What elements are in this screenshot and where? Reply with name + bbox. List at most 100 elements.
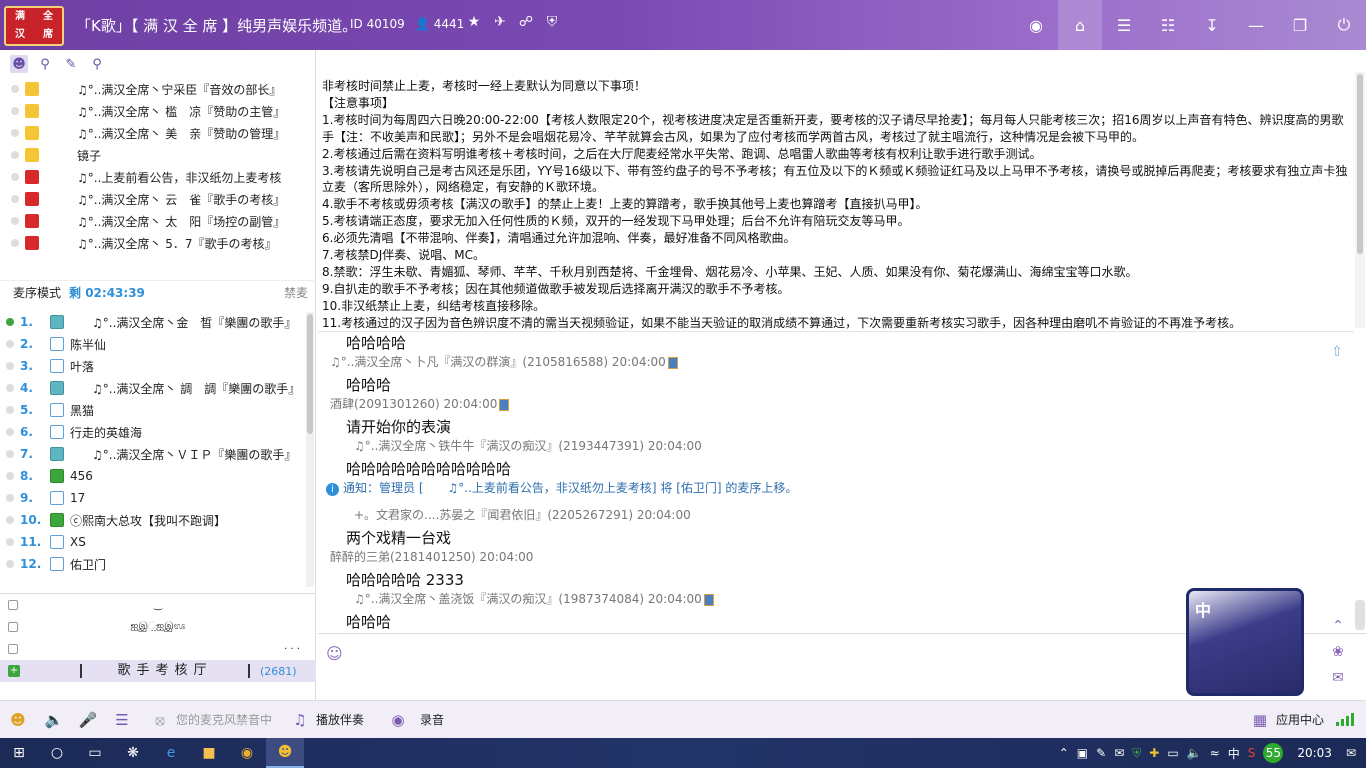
admin-row[interactable]: ♫°..满汉全席丶宁采臣『音效の部长』 [0, 78, 315, 100]
shield-icon[interactable]: ⛨ [544, 14, 560, 30]
queue-row[interactable]: 3. 叶落 [0, 355, 304, 377]
fan-icon[interactable]: ❋ [114, 738, 152, 768]
chat-bubble-icon[interactable]: ✉ [1332, 670, 1344, 686]
avatar-card[interactable]: 中 [1186, 588, 1304, 696]
chat-sender[interactable]: ♫°..满汉全席丶盖浇饭『满汉の痴汉』(1987374084) 20:04:00 [354, 590, 714, 607]
sogou-icon[interactable]: S [1248, 746, 1256, 760]
task-view-icon[interactable]: ▭ [76, 738, 114, 768]
channel-row[interactable]: ஐஇ಼ஐஇಊ [0, 616, 316, 638]
queue-row[interactable]: 12. 佑卫门 [0, 553, 304, 575]
queue-row[interactable]: 8. 456 [0, 465, 304, 487]
app-center-button[interactable]: ▦ 应用中心 [1250, 701, 1324, 739]
play-accompaniment-button[interactable]: ♫ 播放伴奏 [290, 701, 364, 739]
mic-button[interactable]: 🎤 [78, 701, 98, 739]
queue-row[interactable]: 10. ⓒ熙南大总攻【我叫不跑调】 [0, 509, 304, 531]
share-icon[interactable]: ☍ [518, 14, 534, 30]
channel-row[interactable]: · · · [0, 638, 316, 660]
admin-row[interactable]: ♫°..满汉全席丶 太 阳『场控の副管』 [0, 210, 315, 232]
chevron-up-icon[interactable]: ⌃ [1332, 618, 1344, 634]
admin-row[interactable]: ♫°..满汉全席丶 美 亲『赞助の管理』 [0, 122, 315, 144]
queue-row[interactable]: 2. 陈半仙 [0, 333, 304, 355]
queue-scrollbar[interactable] [306, 312, 314, 587]
queue-row[interactable]: 6. 行走的英雄海 [0, 421, 304, 443]
search-icon[interactable]: ⚲ [88, 55, 106, 73]
chat-sender[interactable]: +。文君家の....苏晏之『闻君依旧』(2205267291) 20:04:00 [354, 506, 691, 523]
location-icon[interactable]: ⚲ [36, 55, 54, 73]
equalizer-icon[interactable]: ☰ [112, 710, 132, 730]
scrollbar-thumb[interactable] [1357, 74, 1363, 254]
notification-badge[interactable]: 55 [1263, 743, 1284, 763]
clock[interactable]: 20:03 [1297, 746, 1332, 760]
admin-row[interactable]: ♫°..满汉全席丶 云 雀『歌手の考核』 [0, 188, 315, 210]
folder-icon[interactable]: ■ [190, 738, 228, 768]
admin-row[interactable]: 镜子 [0, 144, 315, 166]
admin-name: ♫°..满汉全席丶 云 雀『歌手の考核』 [77, 192, 286, 207]
scrollbar-thumb[interactable] [307, 314, 313, 434]
volume-button[interactable]: 🔈 [44, 701, 64, 739]
mic-disabled-status[interactable]: ⦻ 您的麦克风禁音中 [150, 701, 272, 739]
queue-name: 行走的英雄海 [70, 425, 143, 440]
queue-row[interactable]: 9. 17 [0, 487, 304, 509]
flower-icon[interactable]: ❀ [1332, 644, 1344, 660]
chat-sender[interactable]: 醉醉的三弟(2181401250) 20:04:00 [330, 548, 533, 565]
mascot-icon[interactable]: ☻ [8, 710, 28, 730]
shirt-icon [50, 469, 64, 483]
text-style-icon[interactable]: ☺ [326, 644, 348, 666]
admin-row[interactable]: ♫°..上麦前看公告，非汉纸勿上麦考核 [0, 166, 315, 188]
battery-icon[interactable]: ▭ [1167, 746, 1178, 760]
gamepad-icon[interactable]: ☷ [1146, 0, 1190, 50]
chat-sender[interactable]: ♫°..满汉全席丶铁牛牛『满汉の痴汉』(2193447391) 20:04:00 [354, 437, 702, 454]
tray-app-icon[interactable]: ▣ [1077, 746, 1088, 760]
notice-line: 3.考核请先说明自己是考古风还是乐团，YY号16级以下、带有签约盘子的号不予考核… [322, 163, 1348, 195]
queue-row[interactable]: 1. ♫°..满汉全席丶金 皙『樂團の歌手』 [0, 311, 304, 333]
chat-sender[interactable]: 酒肆(2091301260) 20:04:00 [330, 395, 510, 412]
channel-row[interactable]: ‿ [0, 594, 316, 616]
plane-icon[interactable]: ✈ [492, 14, 508, 30]
shield-icon[interactable]: ⛨ [1132, 746, 1141, 761]
tray-app-icon[interactable]: ✉ [1114, 746, 1124, 760]
chat-sender[interactable]: ♫°..满汉全席丶卜凡『满汉の群演』(2105816588) 20:04:00 [330, 353, 678, 370]
tray-app-icon[interactable]: ✎ [1096, 746, 1106, 760]
queue-row[interactable]: 4. ♫°..满汉全席丶 調 調『樂團の歌手』 [0, 377, 304, 399]
wifi-icon[interactable]: ≈ [1210, 746, 1220, 760]
queue-row[interactable]: 11. XS [0, 531, 304, 553]
edge-icon[interactable]: e [152, 738, 190, 768]
record-icon[interactable]: ✎ [62, 55, 80, 73]
yy-app-icon[interactable]: ☻ [266, 738, 304, 768]
volume-icon[interactable]: 🔈 [1187, 746, 1202, 760]
search-icon[interactable]: ○ [38, 738, 76, 768]
mic-ban-button[interactable]: 禁麦 [284, 284, 308, 301]
equalizer-button[interactable]: ☰ [112, 701, 132, 739]
camera-icon[interactable]: ◉ [1014, 0, 1058, 50]
user-icon[interactable]: ☻ [10, 55, 28, 73]
admin-row[interactable]: ♫°..满汉全席丶 5．7『歌手の考核』 [0, 232, 315, 254]
avatar[interactable]: 中 [1186, 588, 1304, 696]
ime-indicator[interactable]: 中 [1228, 745, 1240, 762]
download-icon[interactable]: ↧ [1190, 0, 1234, 50]
list-icon[interactable]: ☰ [1102, 0, 1146, 50]
yy-mascot[interactable]: ☻ [8, 701, 28, 739]
speaker-icon[interactable]: 🔈 [44, 710, 64, 730]
chevron-up-icon[interactable]: ⌃ [1059, 746, 1069, 760]
home-icon[interactable]: ⌂ [1058, 0, 1102, 50]
scroll-up-icon[interactable]: ⇧ [1328, 344, 1346, 362]
queue-row[interactable]: 7. ♫°..满汉全席丶ＶＩＰ『樂團の歌手』 [0, 443, 304, 465]
maximize-icon[interactable]: ❐ [1278, 0, 1322, 50]
admin-row[interactable]: ♫°..满汉全席丶 槛 凉『赞助の主管』 [0, 100, 315, 122]
mic-icon[interactable]: 🎤 [78, 710, 98, 730]
chrome-icon[interactable]: ◉ [228, 738, 266, 768]
star-icon[interactable]: ★ [466, 14, 482, 30]
queue-row[interactable]: 5. 黑猫 [0, 399, 304, 421]
queue-mode-label[interactable]: 麦序模式 [13, 284, 61, 301]
power-icon[interactable]: ⏻ [1322, 0, 1366, 50]
windows-start-icon[interactable]: ⊞ [0, 738, 38, 768]
minimize-icon[interactable]: — [1234, 0, 1278, 50]
notice-scrollbar[interactable] [1355, 72, 1365, 328]
channel-row-active[interactable]: + 歌手考核厅 (2681) [0, 660, 316, 682]
action-center-icon[interactable]: ✉ [1346, 746, 1356, 760]
chat-input-area[interactable]: ☺ 中 ⌃ ❀ ✉ [318, 588, 1366, 700]
record-button[interactable]: ◉ 录音 [388, 701, 444, 739]
tray-app-icon[interactable]: ✚ [1149, 746, 1159, 760]
grid-icon: ▦ [1252, 710, 1268, 729]
plus-icon[interactable]: + [8, 665, 20, 677]
